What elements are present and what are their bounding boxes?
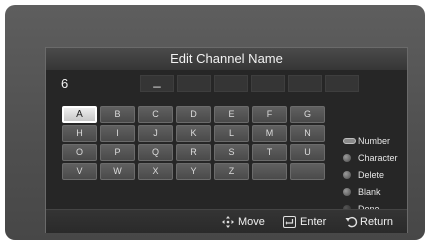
key-q[interactable]: Q — [138, 144, 173, 161]
option-character[interactable]: Character — [343, 151, 413, 165]
key-b[interactable]: B — [100, 106, 135, 123]
key-a[interactable]: A — [62, 106, 97, 123]
name-slot[interactable] — [214, 75, 248, 92]
name-slot[interactable] — [177, 75, 211, 92]
key-c[interactable]: C — [138, 106, 173, 123]
return-hint: Return — [345, 214, 405, 230]
key-f[interactable]: F — [252, 106, 287, 123]
enter-icon — [283, 216, 296, 228]
enter-hint: Enter — [283, 214, 335, 230]
footer-bar: Move Enter Return — [46, 210, 407, 233]
key-o[interactable]: O — [62, 144, 97, 161]
dot-icon — [343, 188, 351, 196]
key-i[interactable]: I — [100, 125, 135, 142]
move-hint: Move — [222, 214, 277, 230]
key-g[interactable]: G — [290, 106, 325, 123]
dialog-title: Edit Channel Name — [46, 48, 407, 70]
edit-channel-name-dialog: Edit Channel Name 6 _ A B C D E F G H I … — [45, 47, 408, 233]
key-m[interactable]: M — [252, 125, 287, 142]
key-u[interactable]: U — [290, 144, 325, 161]
move-label: Move — [238, 216, 265, 228]
option-label: Number — [358, 136, 391, 146]
key-r[interactable]: R — [176, 144, 211, 161]
return-label: Return — [360, 216, 394, 228]
key-empty[interactable] — [252, 163, 287, 180]
key-k[interactable]: K — [176, 125, 211, 142]
option-number[interactable]: Number — [343, 134, 413, 148]
key-h[interactable]: H — [62, 125, 97, 142]
key-w[interactable]: W — [100, 163, 135, 180]
key-empty[interactable] — [290, 163, 325, 180]
key-l[interactable]: L — [214, 125, 249, 142]
key-j[interactable]: J — [138, 125, 173, 142]
key-t[interactable]: T — [252, 144, 287, 161]
name-slot[interactable] — [288, 75, 322, 92]
option-blank[interactable]: Blank — [343, 185, 413, 199]
name-slot[interactable] — [325, 75, 359, 92]
key-v[interactable]: V — [62, 163, 97, 180]
channel-number: 6 — [61, 76, 69, 91]
name-slot[interactable] — [251, 75, 285, 92]
name-slot[interactable]: _ — [140, 74, 174, 92]
return-icon — [345, 216, 358, 228]
key-y[interactable]: Y — [176, 163, 211, 180]
key-p[interactable]: P — [100, 144, 135, 161]
key-z[interactable]: Z — [214, 163, 249, 180]
option-label: Delete — [358, 170, 385, 180]
enter-label: Enter — [300, 216, 327, 228]
option-delete[interactable]: Delete — [343, 168, 413, 182]
key-s[interactable]: S — [214, 144, 249, 161]
key-d[interactable]: D — [176, 106, 211, 123]
number-button-icon — [343, 138, 356, 144]
dot-icon — [343, 154, 351, 162]
option-label: Blank — [358, 187, 381, 197]
key-x[interactable]: X — [138, 163, 173, 180]
key-e[interactable]: E — [214, 106, 249, 123]
key-n[interactable]: N — [290, 125, 325, 142]
move-arrows-icon — [222, 216, 234, 228]
option-label: Character — [358, 153, 398, 163]
dot-icon — [343, 171, 351, 179]
tv-osd-frame: Edit Channel Name 6 _ A B C D E F G H I … — [5, 5, 425, 240]
